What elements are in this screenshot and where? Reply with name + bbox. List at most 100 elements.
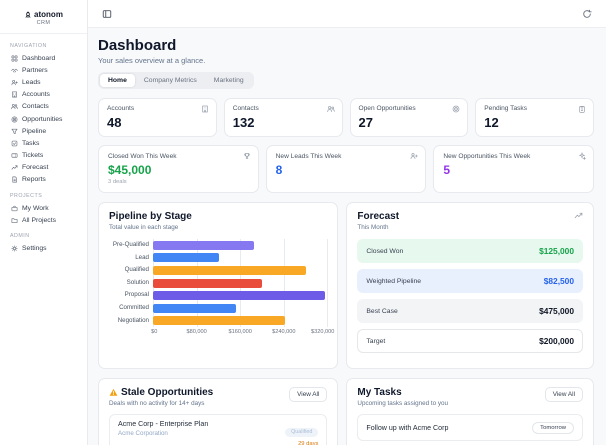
- stage-badge: Qualified: [285, 427, 319, 437]
- sidebar-nav: Navigation Dashboard Partners Leads Acco…: [0, 34, 87, 257]
- warning-icon: [109, 388, 118, 397]
- chart-subtitle: Total value in each stage: [109, 224, 179, 231]
- forecast-row-closed-won: Closed Won $125,000: [357, 239, 583, 263]
- view-all-tasks-button[interactable]: View All: [544, 387, 583, 402]
- dashboard-content: Dashboard Your sales overview at a glanc…: [88, 28, 606, 445]
- stale-title: Stale Opportunities: [121, 387, 214, 398]
- chart-bar-solution: [153, 278, 262, 288]
- check-square-icon: [11, 140, 18, 147]
- sidebar-item-dashboard[interactable]: Dashboard: [8, 52, 79, 64]
- tab-home[interactable]: Home: [100, 74, 135, 87]
- task-row-follow-up[interactable]: Follow up with Acme Corp Tomorrow: [357, 414, 583, 441]
- tab-marketing[interactable]: Marketing: [206, 74, 252, 87]
- sidebar-item-my-work[interactable]: My Work: [8, 202, 79, 214]
- target-icon: [452, 105, 460, 113]
- days-stale: 29 days: [298, 441, 319, 445]
- sidebar-item-tasks[interactable]: Tasks: [8, 137, 79, 149]
- users-icon: [326, 105, 335, 113]
- forecast-row-best-case: Best Case $475,000: [357, 299, 583, 323]
- chart-bar-pre-qualified: [153, 240, 254, 250]
- funnel-icon: [11, 128, 18, 135]
- chart-x-axis: $0 $80,000 $160,000 $240,000 $320,000: [151, 329, 335, 336]
- ticket-icon: [11, 152, 18, 159]
- due-badge: Tomorrow: [532, 421, 574, 434]
- sidebar-item-leads[interactable]: Leads: [8, 76, 79, 88]
- pipeline-by-stage-panel: Pipeline by Stage Total value in each st…: [98, 202, 339, 369]
- trophy-icon: [243, 152, 251, 160]
- tasks-subtitle: Upcoming tasks assigned to you: [357, 400, 449, 407]
- view-all-stale-button[interactable]: View All: [289, 387, 328, 402]
- users-icon: [11, 103, 18, 110]
- logo-icon: [24, 11, 32, 19]
- user-plus-icon: [11, 79, 18, 86]
- stat-card-accounts: Accounts 48: [98, 98, 217, 137]
- refresh-icon[interactable]: [580, 7, 594, 21]
- nav-section-label: Navigation: [10, 43, 47, 49]
- middle-row: Pipeline by Stage Total value in each st…: [98, 202, 594, 369]
- stats-row: Accounts 48 Contacts 132 Open Opportunit…: [98, 98, 594, 137]
- stat-card-open-opportunities: Open Opportunities 27: [349, 98, 469, 137]
- sidebar: atonom CRM Navigation Dashboard Partners…: [0, 0, 88, 445]
- week-stats-row: Closed Won This Week $45,000 3 deals New…: [98, 145, 594, 193]
- sidebar-item-partners[interactable]: Partners: [8, 64, 79, 76]
- stat-card-pending-tasks: Pending Tasks 12: [475, 98, 594, 137]
- forecast-row-target: Target $200,000: [357, 329, 583, 353]
- stale-row-acme[interactable]: Acme Corp - Enterprise Plan Acme Corpora…: [109, 414, 328, 445]
- bar-chart: Pre-Qualified Lead Qualified Solution Pr…: [109, 239, 329, 328]
- sidebar-item-all-projects[interactable]: All Projects: [8, 214, 79, 226]
- stat-card-contacts: Contacts 132: [223, 98, 343, 137]
- file-icon: [11, 176, 18, 183]
- card-closed-won-week: Closed Won This Week $45,000 3 deals: [98, 145, 259, 193]
- building-icon: [11, 91, 18, 98]
- gridline: [327, 239, 329, 328]
- logo: atonom CRM: [0, 8, 87, 34]
- sidebar-item-accounts[interactable]: Accounts: [8, 89, 79, 101]
- app-subname: CRM: [36, 20, 51, 26]
- chart-bar-lead: [153, 253, 220, 263]
- folder-icon: [11, 217, 18, 224]
- panel-toggle-icon[interactable]: [100, 7, 114, 21]
- briefcase-icon: [11, 205, 18, 212]
- sparkles-icon: [578, 152, 586, 160]
- card-new-opportunities-week: New Opportunities This Week 5: [433, 145, 594, 193]
- dashboard-icon: [11, 55, 18, 62]
- card-new-leads-week: New Leads This Week 8: [265, 145, 427, 193]
- sidebar-item-tickets[interactable]: Tickets: [8, 150, 79, 162]
- sidebar-item-forecast[interactable]: Forecast: [8, 162, 79, 174]
- trending-up-icon: [574, 211, 583, 220]
- page-title: Dashboard: [98, 37, 177, 54]
- chart-bar-negotiation: [153, 316, 286, 326]
- sidebar-item-opportunities[interactable]: Opportunities: [8, 113, 79, 125]
- clipboard-icon: [578, 105, 586, 113]
- trending-up-icon: [11, 164, 18, 171]
- topbar: [88, 0, 606, 28]
- chart-title: Pipeline by Stage: [109, 211, 192, 222]
- chart-category-labels: Pre-Qualified Lead Qualified Solution Pr…: [112, 241, 149, 324]
- stale-list: Acme Corp - Enterprise Plan Acme Corpora…: [109, 414, 328, 445]
- main-area: Dashboard Your sales overview at a glanc…: [88, 0, 606, 445]
- sidebar-item-settings[interactable]: Settings: [8, 242, 79, 254]
- my-tasks-panel: My Tasks Upcoming tasks assigned to you …: [346, 378, 594, 445]
- user-plus-icon: [410, 152, 419, 160]
- app-name: atonom: [34, 10, 63, 19]
- forecast-subtitle: This Month: [357, 224, 389, 231]
- sidebar-item-pipeline[interactable]: Pipeline: [8, 125, 79, 137]
- forecast-panel: Forecast This Month Closed Won $125,000 …: [346, 202, 594, 369]
- gear-icon: [11, 245, 18, 252]
- sidebar-item-reports[interactable]: Reports: [8, 174, 79, 186]
- chart-bar-qualified: [153, 265, 306, 275]
- stale-subtitle: Deals with no activity for 14+ days: [109, 400, 205, 407]
- tab-company-metrics[interactable]: Company Metrics: [136, 74, 205, 87]
- app-window: atonom CRM Navigation Dashboard Partners…: [0, 0, 606, 445]
- building-icon: [201, 105, 209, 113]
- tab-bar: Home Company Metrics Marketing: [98, 72, 254, 89]
- tasks-title: My Tasks: [357, 387, 402, 398]
- chart-bar-committed: [153, 303, 236, 313]
- forecast-title: Forecast: [357, 211, 400, 222]
- chart-bar-proposal: [153, 291, 325, 301]
- chart-plot-area: [153, 239, 329, 328]
- sidebar-item-contacts[interactable]: Contacts: [8, 101, 79, 113]
- projects-section-label: Projects: [10, 193, 43, 200]
- page-subtitle: Your sales overview at a glance.: [98, 56, 206, 65]
- partners-icon: [11, 67, 18, 74]
